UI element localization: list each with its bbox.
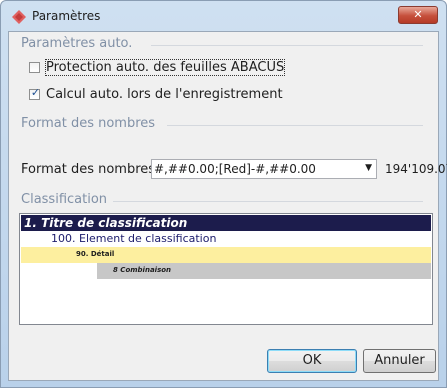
title-bar[interactable]: Paramètres ✕ xyxy=(1,1,446,31)
protection-label[interactable]: Protection auto. des feuilles ABACUS xyxy=(44,58,286,76)
number-format-value: #,##0.00;[Red]-#,##0.00 xyxy=(154,162,316,176)
protection-checkbox[interactable] xyxy=(29,61,40,73)
group-divider xyxy=(113,201,423,202)
level-2-label: 100. Element de classification xyxy=(51,232,217,245)
classification-preview-box: 1. Titre de classification 100. Element … xyxy=(19,213,433,325)
dialog-body: Paramètres auto. Protection auto. des fe… xyxy=(8,31,447,381)
ok-button[interactable]: OK xyxy=(267,349,357,373)
level-1-label: 1. Titre de classification xyxy=(24,216,188,230)
level-3-label: 90. Détail xyxy=(76,250,115,258)
window-title: Paramètres xyxy=(32,9,101,23)
close-button[interactable]: ✕ xyxy=(398,6,438,24)
number-format-combobox[interactable]: #,##0.00;[Red]-#,##0.00 ▼ xyxy=(151,159,377,179)
settings-dialog: Paramètres ✕ Paramètres auto. Protection… xyxy=(0,0,447,388)
classification-level-3[interactable]: 90. Détail xyxy=(21,247,431,263)
auto-calc-label[interactable]: Calcul auto. lors de l'enregistrement xyxy=(46,87,283,102)
app-icon xyxy=(12,10,26,24)
group-divider xyxy=(151,45,423,46)
auto-calc-option[interactable]: ✓ Calcul auto. lors de l'enregistrement xyxy=(29,86,283,102)
checkmark-icon: ✓ xyxy=(30,85,41,99)
classification-level-4[interactable]: 8 Combinaison xyxy=(97,263,431,279)
auto-calc-checkbox[interactable]: ✓ xyxy=(29,85,41,100)
number-format-preview: 194'109.07 xyxy=(385,162,447,176)
close-icon: ✕ xyxy=(413,8,423,21)
classification-level-2[interactable]: 100. Element de classification xyxy=(21,231,431,247)
group-divider xyxy=(167,125,423,126)
auto-params-group-title: Paramètres auto. xyxy=(21,36,133,51)
classification-level-1[interactable]: 1. Titre de classification xyxy=(21,215,431,231)
protection-option[interactable]: Protection auto. des feuilles ABACUS xyxy=(29,58,286,76)
classification-group-title: Classification xyxy=(21,192,108,207)
level-4-label: 8 Combinaison xyxy=(113,266,172,274)
number-format-field-label: Format des nombres xyxy=(21,162,156,177)
dropdown-arrow-icon[interactable]: ▼ xyxy=(365,163,372,173)
number-format-group-title: Format des nombres xyxy=(21,116,156,131)
cancel-button[interactable]: Annuler xyxy=(363,349,436,373)
